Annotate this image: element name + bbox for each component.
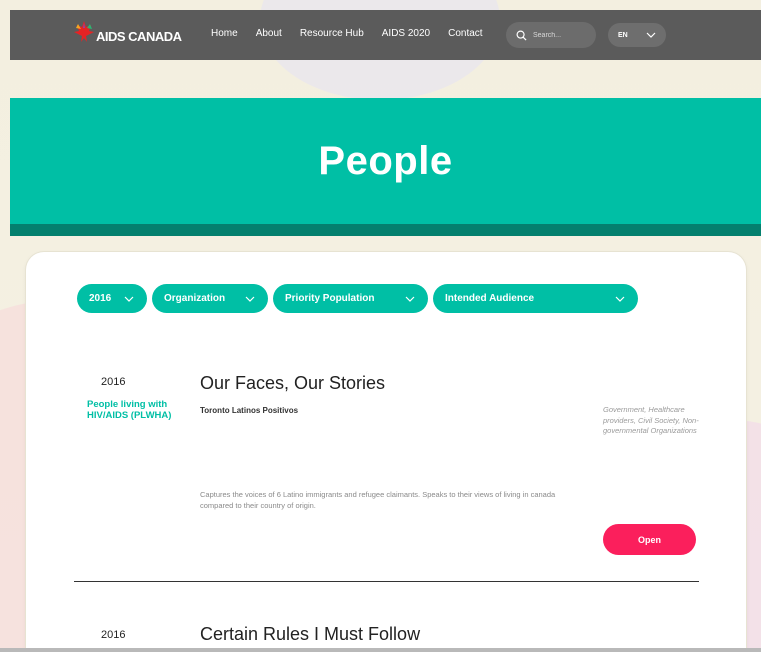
nav-home[interactable]: Home [211,28,238,39]
filter-year-label: 2016 [89,293,112,304]
nav-resource-hub[interactable]: Resource Hub [300,28,364,39]
filter-intended-audience-dropdown[interactable]: Intended Audience [433,284,638,313]
filter-priority-population-label: Priority Population [285,293,375,304]
main-nav: Home About Resource Hub AIDS 2020 Contac… [211,28,501,39]
open-button[interactable]: Open [603,524,696,555]
entry-organization: Toronto Latinos Positivos [200,406,299,415]
entry-intended-audience: Government, Healthcare providers, Civil … [603,405,699,435]
page-title: People [318,138,453,183]
filter-priority-population-dropdown[interactable]: Priority Population [273,284,428,313]
filter-intended-audience-label: Intended Audience [445,293,535,304]
chevron-down-icon [615,296,625,302]
chevron-down-icon [245,296,255,302]
chevron-down-icon [124,296,134,302]
hero-banner: People [10,98,761,224]
language-select[interactable]: EN [608,23,666,47]
entry-description: Captures the voices of 6 Latino immigran… [200,490,556,510]
entry-year: 2016 [101,376,126,388]
resource-card: 2016 Organization Priority Population In… [26,252,746,652]
site-logo[interactable]: AIDS CANADA [74,20,182,44]
nav-aids-2020[interactable]: AIDS 2020 [382,28,430,39]
entry-title: Our Faces, Our Stories [200,373,386,393]
scroll-edge [0,648,761,652]
search-icon [516,30,527,41]
site-header: AIDS CANADA Home About Resource Hub AIDS… [10,10,761,60]
entry-year: 2016 [101,629,126,641]
nav-about[interactable]: About [256,28,282,39]
filter-year-dropdown[interactable]: 2016 [77,284,147,313]
language-selected: EN [618,31,628,39]
entry-divider [74,581,699,582]
filter-organization-dropdown[interactable]: Organization [152,284,268,313]
search-input[interactable] [533,31,589,39]
filter-bar: 2016 Organization Priority Population In… [77,284,643,313]
nav-contact[interactable]: Contact [448,28,482,39]
chevron-down-icon [646,32,656,38]
search-box[interactable] [506,22,596,48]
entry-title: Certain Rules I Must Follow [200,624,421,644]
logo-text: AIDS CANADA [96,28,182,44]
chevron-down-icon [405,296,415,302]
maple-leaf-icon [74,20,94,44]
entry-priority-population: People living with HIV/AIDS (PLWHA) [87,399,172,421]
filter-organization-label: Organization [164,293,226,304]
hero-divider-strip [10,224,761,236]
